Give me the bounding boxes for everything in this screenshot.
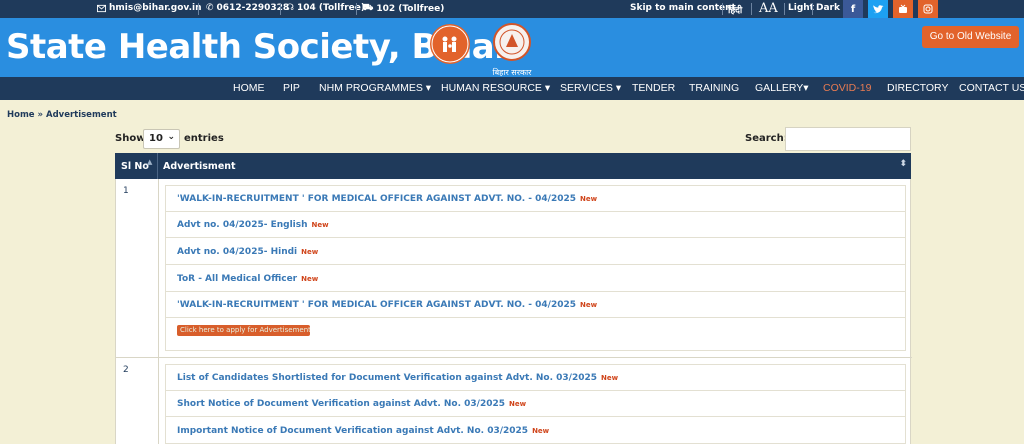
row-1-slno: 1 xyxy=(123,186,129,196)
list-item[interactable]: Short Notice of Document Verification ag… xyxy=(166,391,905,417)
bihar-emblem-icon xyxy=(493,23,531,61)
font-size-toggle[interactable]: AA xyxy=(759,1,778,16)
show-label: Show xyxy=(115,133,146,144)
mail-icon xyxy=(97,4,106,12)
new-badge: New xyxy=(509,400,527,408)
list-item[interactable]: ToR - All Medical Officer New xyxy=(166,266,905,292)
table-body: 1 'WALK-IN-RECRUITMENT ' FOR MEDICAL OFF… xyxy=(115,179,912,444)
bihar-govt-logo: बिहार सरकार xyxy=(492,22,532,77)
new-badge: New xyxy=(311,221,329,229)
list-item[interactable]: 'WALK-IN-RECRUITMENT ' FOR MEDICAL OFFIC… xyxy=(166,292,905,318)
apply-button[interactable]: Click here to apply for Advertisement xyxy=(177,325,310,336)
youtube-icon[interactable] xyxy=(893,0,913,18)
nav-pip[interactable]: PIP xyxy=(283,82,300,94)
table-header: Sl No ▲ Advertisment ⬍ xyxy=(115,153,911,179)
sort-both-icon[interactable]: ⬍ xyxy=(899,159,907,169)
search-label: Search: xyxy=(745,133,788,144)
entries-select[interactable]: 10 ⌄ xyxy=(143,129,180,149)
nav-gallery[interactable]: GALLERY▾ xyxy=(755,82,809,94)
breadcrumb[interactable]: Home » Advertisement xyxy=(7,110,117,120)
site-header: State Health Society, Bihar बिहार सरकार … xyxy=(0,18,1024,77)
list-item[interactable]: Advt no. 04/2025- Hindi New xyxy=(166,239,905,265)
phone-link[interactable]: ✆ 0612-2290328 xyxy=(206,3,289,13)
list-item[interactable]: Important Notice of Document Verificatio… xyxy=(166,418,905,444)
list-item[interactable]: List of Candidates Shortlisted for Docum… xyxy=(166,365,905,391)
new-badge: New xyxy=(580,301,598,309)
nav-directory[interactable]: DIRECTORY xyxy=(887,82,948,94)
row-2-slno: 2 xyxy=(123,365,129,375)
skip-link[interactable]: Skip to main content xyxy=(630,3,736,13)
list-item[interactable]: Advt no. 04/2025- English New xyxy=(166,212,905,238)
new-badge: New xyxy=(301,275,319,283)
nav-training[interactable]: TRAINING xyxy=(689,82,739,94)
nav-tender[interactable]: TENDER xyxy=(632,82,675,94)
nav-contact-us[interactable]: CONTACT US xyxy=(959,82,1024,94)
col-advertisment[interactable]: Advertisment xyxy=(163,161,236,172)
search-input[interactable] xyxy=(785,127,911,151)
new-badge: New xyxy=(301,248,319,256)
light-mode[interactable]: Light xyxy=(788,3,814,13)
hindi-toggle[interactable]: हिंदी xyxy=(728,3,742,16)
ambulance-icon: ⛟ xyxy=(362,3,374,13)
list-item[interactable]: 'WALK-IN-RECRUITMENT ' FOR MEDICAL OFFIC… xyxy=(166,186,905,212)
nhm-logo-icon xyxy=(430,24,470,64)
facebook-icon[interactable]: f xyxy=(843,0,863,18)
old-website-button[interactable]: Go to Old Website xyxy=(922,26,1019,48)
email-link[interactable]: hmis@bihar.gov.in xyxy=(97,3,201,13)
dark-mode[interactable]: Dark xyxy=(816,3,840,13)
new-badge: New xyxy=(532,427,550,435)
chevron-down-icon: ⌄ xyxy=(167,132,175,142)
col-slno[interactable]: Sl No xyxy=(121,161,149,172)
nav-nhm-programmes[interactable]: NHM PROGRAMMES ▾ xyxy=(319,82,431,94)
sort-asc-icon[interactable]: ▲ xyxy=(147,158,152,166)
nav-services[interactable]: SERVICES ▾ xyxy=(560,82,621,94)
nav-covid-19[interactable]: COVID-19 xyxy=(823,82,871,94)
top-bar: hmis@bihar.gov.in ✆ 0612-2290328 ☊ 104 (… xyxy=(0,0,1024,18)
twitter-icon[interactable] xyxy=(868,0,888,18)
nav-home[interactable]: HOME xyxy=(233,82,265,94)
apply-item[interactable]: Click here to apply for Advertisement xyxy=(166,319,905,345)
new-badge: New xyxy=(580,195,598,203)
new-badge: New xyxy=(601,374,619,382)
tollfree-104[interactable]: ☊ 104 (Tollfree) xyxy=(286,3,365,13)
entries-label: entries xyxy=(184,133,224,144)
tollfree-102[interactable]: ⛟ 102 (Tollfree) xyxy=(362,3,444,14)
row-2-links: List of Candidates Shortlisted for Docum… xyxy=(165,364,906,444)
headset-icon: ☊ xyxy=(286,3,294,13)
phone-icon: ✆ xyxy=(206,3,214,13)
row-1-links: 'WALK-IN-RECRUITMENT ' FOR MEDICAL OFFIC… xyxy=(165,185,906,351)
instagram-icon[interactable] xyxy=(918,0,938,18)
nav-human-resource[interactable]: HUMAN RESOURCE ▾ xyxy=(441,82,550,94)
main-nav: HOME PIP NHM PROGRAMMES ▾ HUMAN RESOURCE… xyxy=(0,77,1024,100)
